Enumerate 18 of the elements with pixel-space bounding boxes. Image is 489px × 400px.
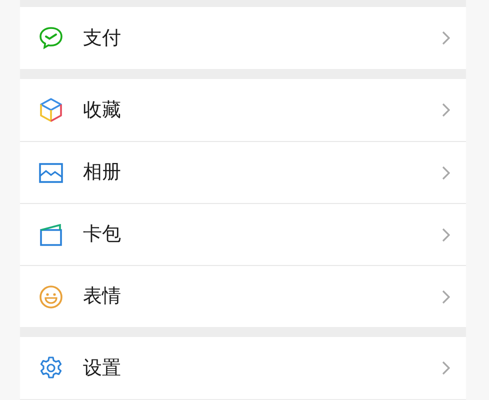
chat-check-icon: [38, 26, 64, 50]
menu-label: 相册: [83, 160, 122, 186]
chevron-right-icon: [442, 290, 450, 304]
settings-icon: [39, 356, 63, 380]
cube-icon: [39, 97, 63, 123]
chevron-right-icon: [442, 31, 450, 45]
menu-label: 设置: [83, 356, 122, 381]
chevron-right-icon: [442, 361, 450, 375]
smiley-icon: [39, 284, 63, 308]
menu-label: 表情: [83, 284, 122, 310]
chevron-right-icon: [442, 228, 450, 242]
chevron-right-icon: [442, 166, 450, 180]
menu-label: 支付: [83, 26, 122, 51]
chevron-right-icon: [442, 103, 450, 117]
picture-frame-icon: [39, 162, 63, 182]
menu-label: 收藏: [83, 98, 122, 123]
menu-label: 卡包: [83, 222, 122, 248]
wallet-icon: [39, 224, 63, 246]
